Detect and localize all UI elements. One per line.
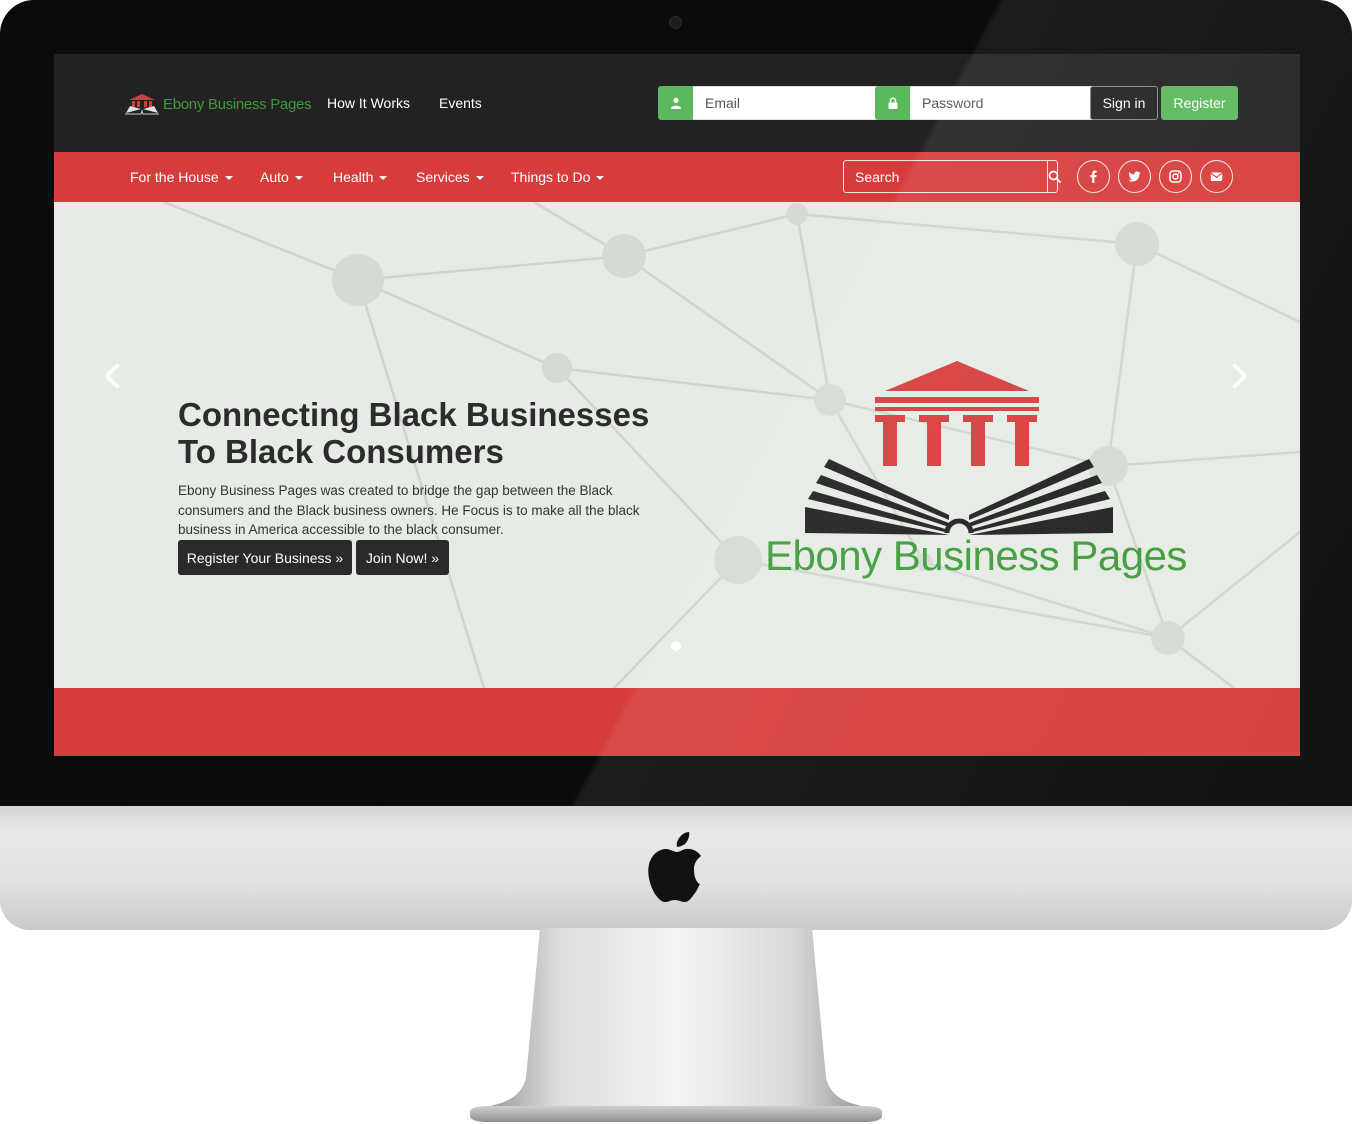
monitor-stand xyxy=(470,928,882,1122)
register-button[interactable]: Register xyxy=(1161,86,1238,120)
hero-title: Connecting Black Businesses To Black Con… xyxy=(178,396,698,470)
nav-item-label: Auto xyxy=(260,169,289,185)
sign-in-button[interactable]: Sign in xyxy=(1090,86,1158,120)
search-box xyxy=(843,160,1061,193)
site-logo[interactable]: Ebony Business Pages xyxy=(124,92,312,116)
nav-item-label: Services xyxy=(416,169,470,185)
nav-item-label: Things to Do xyxy=(511,169,591,185)
logo-text: Ebony Business Pages xyxy=(163,95,312,113)
category-navbar: For the House Auto Health Services Thing… xyxy=(54,152,1300,202)
instagram-button[interactable] xyxy=(1159,160,1192,193)
email-field[interactable] xyxy=(693,86,882,120)
nav-item-for-the-house[interactable]: For the House xyxy=(130,169,233,185)
caret-down-icon xyxy=(475,176,484,181)
temple-book-logo-icon xyxy=(125,94,159,115)
website-screen: Ebony Business Pages How It Works Events… xyxy=(54,54,1300,756)
camera-icon xyxy=(669,16,682,29)
lock-icon xyxy=(875,86,910,120)
carousel-indicator-dot[interactable] xyxy=(671,641,681,651)
nav-item-label: For the House xyxy=(130,169,219,185)
user-icon xyxy=(658,86,693,120)
facebook-icon xyxy=(1090,170,1097,183)
password-group xyxy=(875,86,1099,120)
email-button[interactable] xyxy=(1200,160,1233,193)
hero-title-line-1: Connecting Black Businesses xyxy=(178,396,650,433)
monitor-bezel: Ebony Business Pages How It Works Events… xyxy=(0,0,1352,808)
hero-logo-text: Ebony Business Pages xyxy=(765,532,1187,579)
register-your-business-button[interactable]: Register Your Business » xyxy=(178,540,352,575)
temple-book-logo-large-icon xyxy=(805,361,1113,535)
hero-carousel: Connecting Black Businesses To Black Con… xyxy=(54,202,1300,688)
caret-down-icon xyxy=(379,176,388,181)
apple-logo-icon xyxy=(648,832,701,902)
footer-red-band xyxy=(54,688,1300,756)
nav-item-services[interactable]: Services xyxy=(416,169,484,185)
email-group xyxy=(658,86,882,120)
search-icon xyxy=(1048,170,1061,183)
search-input[interactable] xyxy=(844,161,1047,192)
nav-item-auto[interactable]: Auto xyxy=(260,169,303,185)
search-button[interactable] xyxy=(1047,161,1061,192)
nav-item-label: Health xyxy=(333,169,374,185)
hero-title-line-2: To Black Consumers xyxy=(178,433,504,470)
join-now-button[interactable]: Join Now! » xyxy=(356,540,449,575)
top-bar: Ebony Business Pages How It Works Events… xyxy=(54,54,1300,152)
caret-down-icon xyxy=(596,176,605,181)
carousel-next-chevron-right-icon[interactable] xyxy=(1226,362,1254,390)
facebook-button[interactable] xyxy=(1077,160,1110,193)
nav-link-events[interactable]: Events xyxy=(439,95,482,111)
nav-item-health[interactable]: Health xyxy=(333,169,388,185)
twitter-button[interactable] xyxy=(1118,160,1151,193)
envelope-icon xyxy=(1210,172,1223,181)
caret-down-icon xyxy=(224,176,233,181)
instagram-icon xyxy=(1169,170,1182,183)
nav-link-how-it-works[interactable]: How It Works xyxy=(327,95,410,111)
password-field[interactable] xyxy=(910,86,1099,120)
twitter-icon xyxy=(1128,171,1141,182)
hero-description: Ebony Business Pages was created to brid… xyxy=(178,483,640,537)
caret-down-icon xyxy=(294,176,303,181)
carousel-prev-chevron-left-icon[interactable] xyxy=(98,362,126,390)
nav-item-things-to-do[interactable]: Things to Do xyxy=(511,169,605,185)
